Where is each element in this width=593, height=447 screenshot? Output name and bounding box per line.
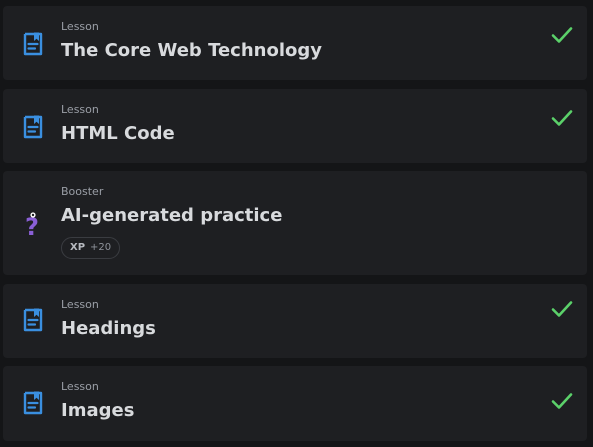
- checkmark-icon: [551, 392, 573, 410]
- lesson-doc-icon: [22, 31, 44, 57]
- lesson-card-headings[interactable]: Lesson Headings: [3, 284, 587, 358]
- lesson-list: Lesson The Core Web Technology Lesson HT…: [0, 0, 593, 447]
- xp-badge: XP +20: [61, 237, 121, 259]
- xp-label: XP: [70, 242, 86, 253]
- question-mark-icon: ?: [23, 211, 45, 241]
- item-kind-label: Lesson: [61, 103, 99, 116]
- item-kind-label: Lesson: [61, 380, 99, 393]
- lesson-doc-icon: [22, 307, 44, 333]
- item-title: HTML Code: [61, 123, 175, 144]
- xp-value: +20: [90, 242, 112, 253]
- item-kind-label: Booster: [61, 185, 104, 198]
- booster-card-ai-practice[interactable]: ? Booster AI-generated practice XP +20: [3, 171, 587, 275]
- checkmark-icon: [551, 109, 573, 127]
- item-title: The Core Web Technology: [61, 40, 322, 61]
- lesson-doc-icon: [22, 114, 44, 140]
- lesson-card-html-code[interactable]: Lesson HTML Code: [3, 89, 587, 163]
- item-title: Images: [61, 400, 135, 421]
- item-title: AI-generated practice: [61, 205, 283, 226]
- lesson-card-images[interactable]: Lesson Images: [3, 366, 587, 441]
- lesson-card-core-web-technology[interactable]: Lesson The Core Web Technology: [3, 6, 587, 80]
- item-kind-label: Lesson: [61, 20, 99, 33]
- item-title: Headings: [61, 318, 156, 339]
- checkmark-icon: [551, 300, 573, 318]
- lesson-doc-icon: [22, 390, 44, 416]
- item-kind-label: Lesson: [61, 298, 99, 311]
- checkmark-icon: [551, 26, 573, 44]
